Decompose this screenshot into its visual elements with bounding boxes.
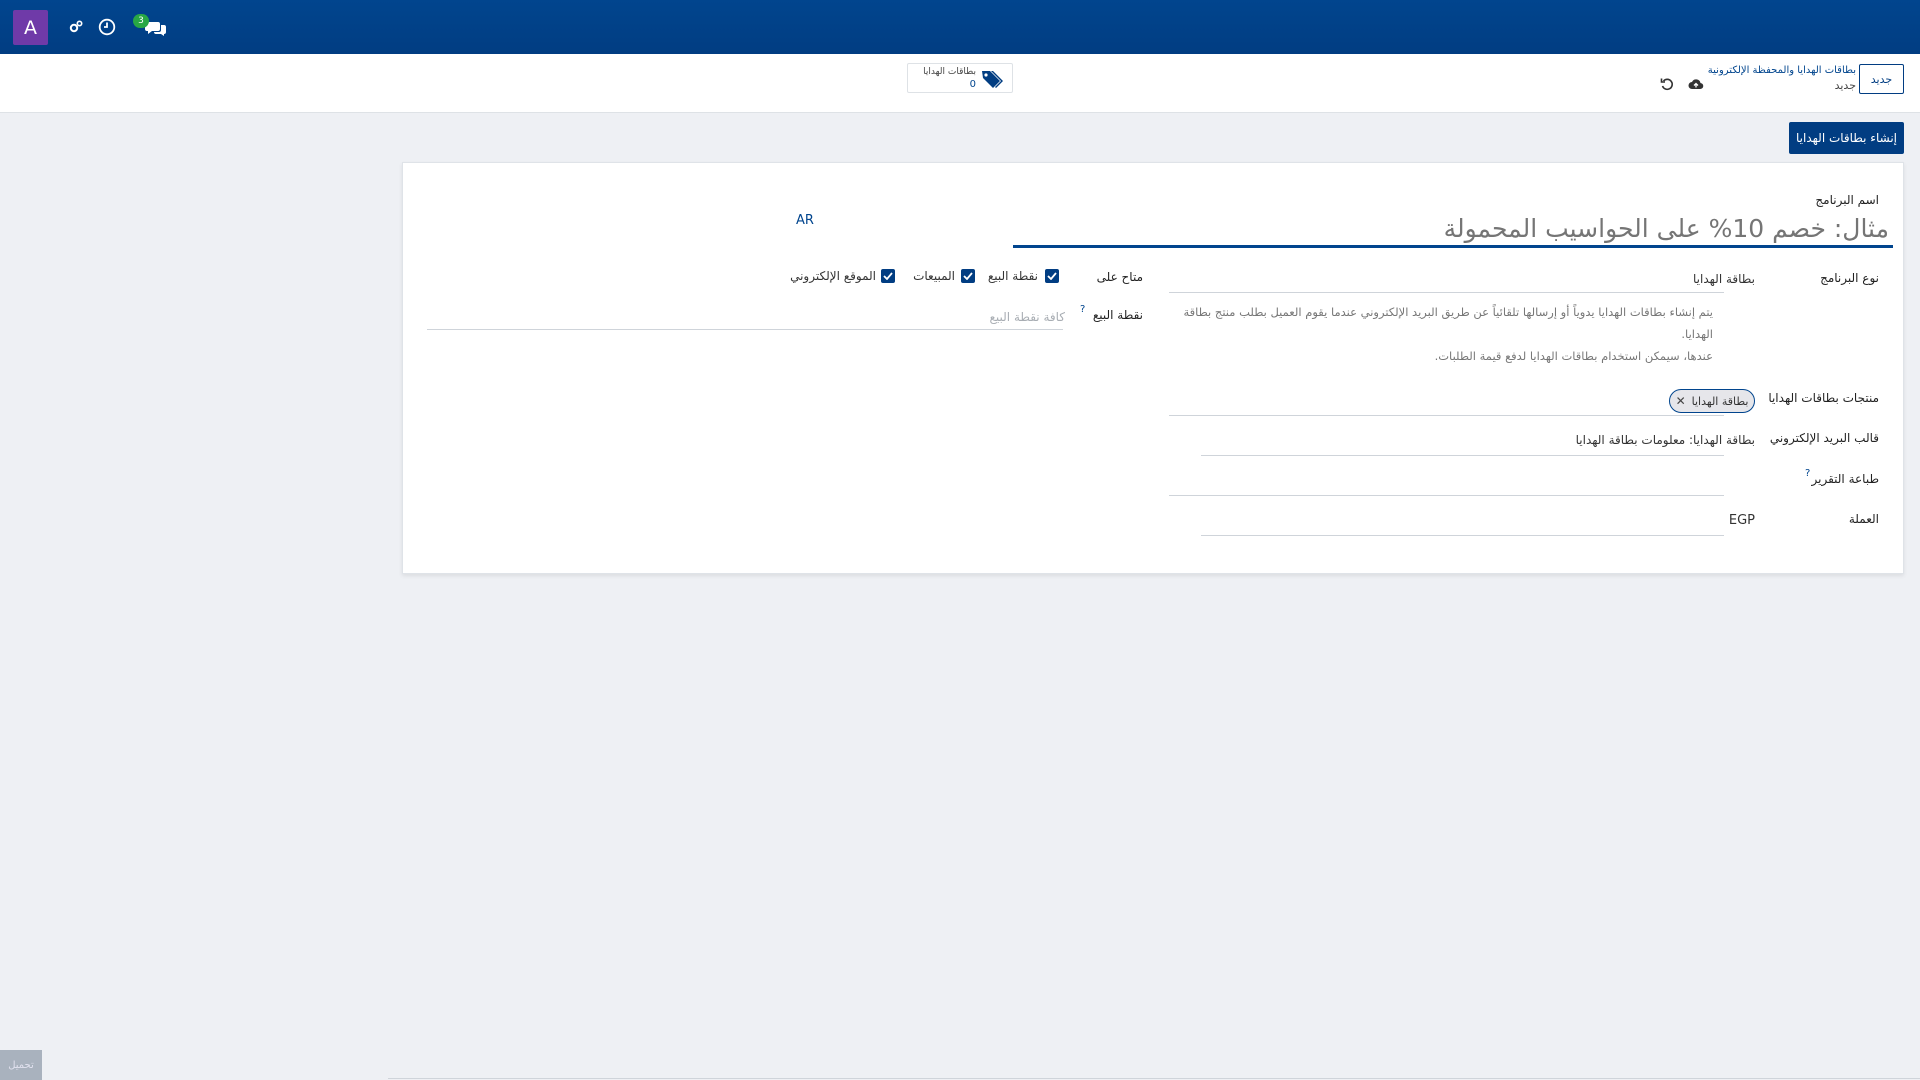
breadcrumb-current: جديد (1834, 79, 1856, 92)
print-report-underline (1169, 495, 1724, 496)
smart-button-count: 0 (969, 79, 976, 90)
activity-clock-icon[interactable] (96, 16, 118, 38)
currency-label: العملة (1848, 512, 1879, 526)
checkbox-pos[interactable] (1045, 269, 1059, 283)
chat-badge: 3 (133, 14, 149, 28)
program-type-underline (1169, 292, 1724, 293)
upload-button[interactable]: تحميل (0, 1050, 42, 1080)
program-type-label: نوع البرنامج (1820, 271, 1879, 285)
pos-help-icon[interactable]: ? (1080, 304, 1085, 315)
program-name-input[interactable] (1013, 208, 1893, 248)
save-cloud-icon[interactable] (1688, 76, 1704, 92)
discard-undo-icon[interactable] (1659, 76, 1675, 92)
form-sheet: اسم البرنامج AR نوع البرنامج بطاقة الهدا… (402, 162, 1904, 574)
gift-card-products-label: منتجات بطاقات الهدايا (1768, 391, 1879, 405)
email-template-underline (1201, 455, 1724, 456)
tags-icon (982, 71, 1003, 88)
user-avatar[interactable]: A (13, 10, 48, 45)
checkbox-sales[interactable] (961, 269, 975, 283)
top-navbar: A 3 (0, 0, 1920, 54)
program-name-label: اسم البرنامج (1815, 193, 1879, 207)
gift-cards-smart-button[interactable]: بطاقات الهدايا 0 (907, 63, 1013, 93)
available-on-pos-label: نقطة البيع (987, 269, 1038, 283)
available-on-sales-label: المبيعات (913, 269, 955, 283)
smart-button-label: بطاقات الهدايا (923, 67, 976, 77)
control-panel: جديد بطاقات الهدايا والمحفظة الإلكترونية… (0, 54, 1920, 113)
program-name-underline (1013, 245, 1893, 248)
gift-card-products-underline (1169, 415, 1724, 416)
currency-value[interactable]: EGP (1729, 513, 1755, 528)
pos-underline (427, 329, 1063, 330)
print-report-help-icon[interactable]: ? (1805, 468, 1810, 479)
bottom-divider (388, 1078, 1920, 1079)
checkbox-website[interactable] (881, 269, 895, 283)
available-on-website-label: الموقع الإلكتروني (790, 269, 876, 283)
breadcrumb: بطاقات الهدايا والمحفظة الإلكترونية جديد (1708, 64, 1856, 94)
description-line-1: يتم إنشاء بطاقات الهدايا يدوياً أو إرسال… (1183, 305, 1713, 341)
available-on-label: متاح على (1096, 270, 1143, 284)
program-type-value[interactable]: بطاقة الهدايا (1693, 272, 1755, 286)
create-gift-cards-button[interactable]: إنشاء بطاقات الهدايا (1789, 122, 1904, 154)
description-line-2: عندها، سيمكن استخدام بطاقات الهدايا لدفع… (1434, 349, 1713, 363)
gift-card-product-tag-label: بطاقة الهدايا (1691, 394, 1749, 408)
pos-input-placeholder[interactable]: كافة نقطة البيع (990, 310, 1065, 324)
pos-label: نقطة البيع (1092, 308, 1143, 322)
settings-icon[interactable] (65, 16, 87, 38)
currency-underline (1201, 535, 1724, 536)
language-toggle[interactable]: AR (796, 213, 814, 228)
email-template-value[interactable]: بطاقة الهدايا: معلومات بطاقة الهدايا (1576, 433, 1755, 447)
breadcrumb-parent[interactable]: بطاقات الهدايا والمحفظة الإلكترونية (1708, 64, 1856, 77)
remove-tag-icon[interactable]: ✕ (1676, 394, 1686, 408)
program-type-description: يتم إنشاء بطاقات الهدايا يدوياً أو إرسال… (1163, 301, 1713, 367)
email-template-label: قالب البريد الإلكتروني (1769, 431, 1879, 445)
gift-card-product-tag[interactable]: بطاقة الهدايا ✕ (1669, 389, 1755, 413)
print-report-label: طباعة التقرير (1811, 472, 1880, 486)
new-button[interactable]: جديد (1859, 64, 1904, 94)
